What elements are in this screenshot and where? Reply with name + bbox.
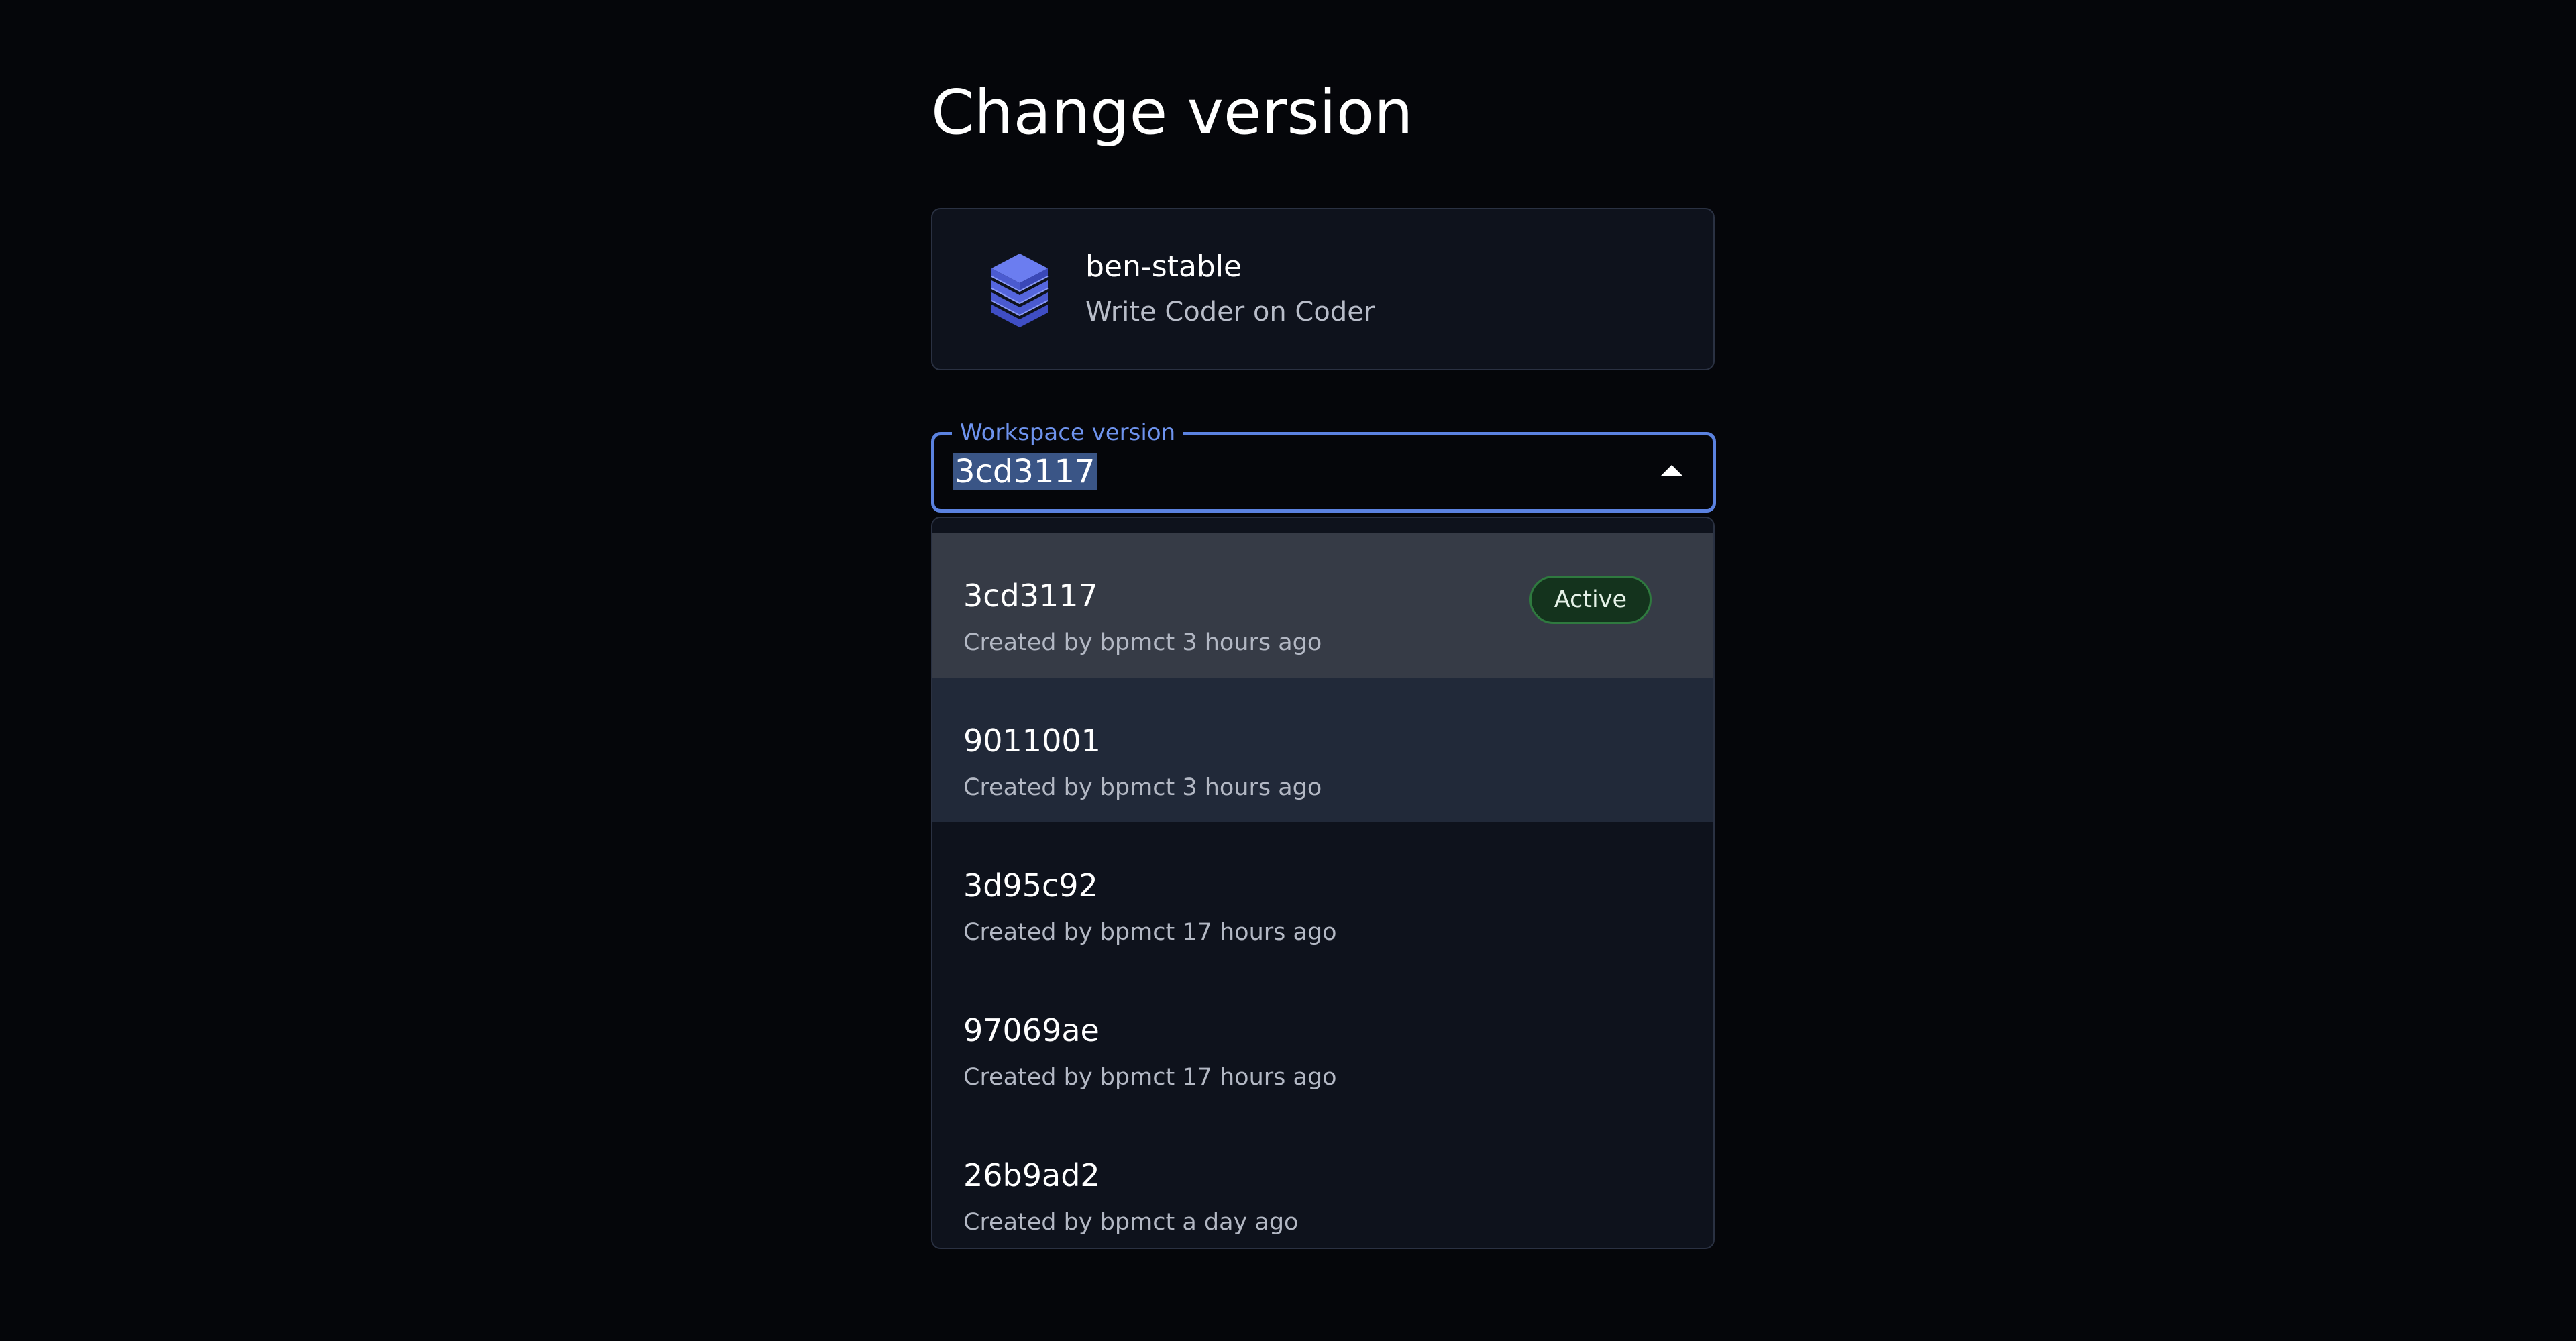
layers-stack-icon (991, 254, 1049, 327)
version-option-name: 9011001 (963, 722, 1101, 759)
version-option-meta: Created by bpmct 17 hours ago (963, 1064, 1337, 1091)
version-option-meta: Created by bpmct 3 hours ago (963, 629, 1322, 656)
version-option[interactable]: 3d95c92 Created by bpmct 17 hours ago (932, 822, 1713, 967)
version-dropdown-list: 3cd3117 Created by bpmct 3 hours ago Act… (931, 517, 1715, 1249)
version-option-meta: Created by bpmct 17 hours ago (963, 919, 1337, 946)
template-card: ben-stable Write Coder on Coder (931, 208, 1715, 370)
version-option-meta: Created by bpmct a day ago (963, 1209, 1299, 1236)
version-option[interactable]: 97069ae Created by bpmct 17 hours ago (932, 967, 1713, 1112)
workspace-version-select[interactable]: Workspace version 3cd3117 (931, 418, 1716, 513)
workspace-version-input[interactable]: 3cd3117 (953, 453, 1097, 490)
chevron-up-icon[interactable] (1660, 465, 1683, 476)
version-option[interactable]: 3cd3117 Created by bpmct 3 hours ago Act… (932, 533, 1713, 678)
version-option-name: 97069ae (963, 1012, 1099, 1049)
workspace-version-label: Workspace version (952, 418, 1184, 447)
version-option[interactable]: 26b9ad2 Created by bpmct a day ago (932, 1112, 1713, 1248)
template-name: ben-stable (1085, 250, 1242, 284)
version-option-name: 3cd3117 (963, 578, 1098, 614)
page-title: Change version (931, 76, 1413, 148)
version-option[interactable]: 9011001 Created by bpmct 3 hours ago (932, 678, 1713, 822)
version-option-meta: Created by bpmct 3 hours ago (963, 774, 1322, 801)
version-option-name: 3d95c92 (963, 867, 1098, 904)
active-badge: Active (1529, 576, 1652, 624)
template-description: Write Coder on Coder (1085, 297, 1375, 327)
version-option-name: 26b9ad2 (963, 1157, 1100, 1193)
